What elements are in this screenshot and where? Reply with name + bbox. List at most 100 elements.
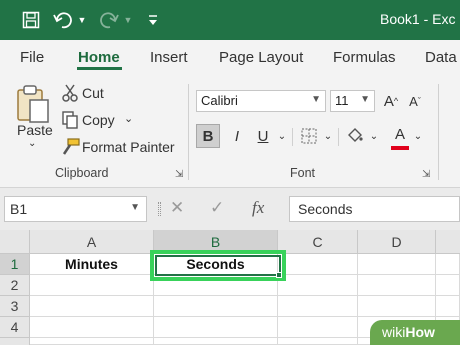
undo-dropdown-icon[interactable]: ▼: [76, 9, 88, 31]
group-divider: [438, 84, 439, 180]
tab-home[interactable]: Home: [78, 49, 120, 66]
paste-button[interactable]: Paste: [17, 122, 53, 138]
tab-insert[interactable]: Insert: [150, 49, 188, 66]
format-painter-icon[interactable]: [60, 138, 80, 156]
ribbon: Paste ⌄ Cut Copy ⌄ Format Painter Clipbo…: [0, 76, 460, 188]
row-header-2[interactable]: 2: [0, 275, 30, 296]
undo-icon[interactable]: [52, 9, 74, 31]
row-header-1[interactable]: 1: [0, 254, 30, 275]
cell-e2[interactable]: [436, 275, 460, 296]
italic-button[interactable]: I: [226, 124, 248, 148]
cell-c2[interactable]: [278, 275, 358, 296]
copy-dropdown-icon[interactable]: ⌄: [124, 112, 133, 125]
cancel-icon[interactable]: ✕: [170, 198, 184, 218]
cell-e1[interactable]: [436, 254, 460, 275]
formula-input[interactable]: Seconds: [289, 196, 460, 222]
cell-b1[interactable]: Seconds: [154, 254, 278, 275]
decrease-font-size-icon[interactable]: Aˇ: [404, 89, 426, 113]
cut-button[interactable]: Cut: [82, 85, 104, 101]
borders-icon[interactable]: [298, 124, 320, 148]
enter-icon[interactable]: ✓: [210, 198, 224, 218]
formula-bar-grip[interactable]: [158, 202, 161, 216]
font-size-value: 11: [335, 93, 349, 108]
font-size-dropdown-icon[interactable]: ▼: [360, 94, 370, 105]
paste-icon[interactable]: [14, 84, 54, 124]
increase-font-size-icon[interactable]: A ^: [380, 89, 402, 113]
copy-button[interactable]: Copy: [82, 112, 115, 128]
save-icon[interactable]: [20, 9, 42, 31]
cell-c1[interactable]: [278, 254, 358, 275]
font-color-dropdown-icon[interactable]: ⌄: [412, 124, 424, 148]
column-header-d[interactable]: D: [358, 230, 436, 254]
tab-page-layout[interactable]: Page Layout: [219, 49, 303, 66]
watermark-how: How: [405, 324, 435, 340]
cell-a2[interactable]: [30, 275, 154, 296]
borders-dropdown-icon[interactable]: ⌄: [322, 124, 334, 148]
formula-bar: B1 ▼ ✕ ✓ fx Seconds: [0, 188, 460, 230]
tab-data[interactable]: Data: [425, 49, 457, 66]
button-divider: [292, 128, 293, 146]
paste-dropdown-icon[interactable]: ⌄: [28, 138, 36, 149]
cell-d2[interactable]: [358, 275, 436, 296]
cell-b3[interactable]: [154, 296, 278, 317]
name-box-value: B1: [10, 201, 28, 217]
font-color-icon[interactable]: A: [390, 122, 410, 146]
cell-d1[interactable]: [358, 254, 436, 275]
font-name-value: Calibri: [201, 93, 238, 108]
select-all-button[interactable]: [0, 230, 30, 254]
cell-a1[interactable]: Minutes: [30, 254, 154, 275]
cut-icon[interactable]: [62, 84, 78, 102]
cell-d3[interactable]: [358, 296, 436, 317]
fill-color-dropdown-icon[interactable]: ⌄: [368, 124, 380, 148]
ribbon-tabs: File Home Insert Page Layout Formulas Da…: [0, 40, 460, 76]
clipboard-launcher-icon[interactable]: ⇲: [175, 169, 183, 180]
row-header-3[interactable]: 3: [0, 296, 30, 317]
copy-icon[interactable]: [62, 111, 78, 129]
clipboard-group-label: Clipboard: [55, 166, 109, 180]
redo-dropdown-icon[interactable]: ▼: [122, 9, 134, 31]
column-header-b[interactable]: B: [154, 230, 278, 254]
column-header-a[interactable]: A: [30, 230, 154, 254]
font-launcher-icon[interactable]: ⇲: [422, 169, 430, 180]
name-box[interactable]: B1 ▼: [4, 196, 147, 222]
wikihow-watermark: wikiHow: [370, 320, 460, 345]
column-header-c[interactable]: C: [278, 230, 358, 254]
button-divider: [338, 128, 339, 146]
row-header-5[interactable]: [0, 338, 30, 345]
cell-a5[interactable]: [30, 338, 154, 345]
font-name-dropdown-icon[interactable]: ▼: [311, 94, 321, 105]
redo-icon[interactable]: [98, 9, 120, 31]
cell-a4[interactable]: [30, 317, 154, 338]
name-box-dropdown-icon[interactable]: ▼: [130, 202, 140, 213]
underline-button[interactable]: U: [252, 124, 274, 148]
cell-a3[interactable]: [30, 296, 154, 317]
underline-dropdown-icon[interactable]: ⌄: [276, 124, 288, 148]
font-group-label: Font: [290, 166, 316, 180]
insert-function-button[interactable]: fx: [252, 198, 264, 218]
bold-button[interactable]: B: [196, 124, 220, 148]
group-divider: [188, 84, 189, 180]
tab-formulas[interactable]: Formulas: [333, 49, 396, 66]
font-color-letter: A: [394, 125, 405, 143]
cell-b2[interactable]: [154, 275, 278, 296]
active-tab-indicator: [77, 67, 122, 70]
cell-c3[interactable]: [278, 296, 358, 317]
font-color-swatch: [391, 146, 409, 150]
column-header-e[interactable]: [436, 230, 460, 254]
cell-c4[interactable]: [278, 317, 358, 338]
font-size-field[interactable]: 11 ▼: [330, 90, 375, 112]
cell-e3[interactable]: [436, 296, 460, 317]
row-header-4[interactable]: 4: [0, 317, 30, 338]
cell-c5[interactable]: [278, 338, 358, 345]
font-name-field[interactable]: Calibri ▼: [196, 90, 326, 112]
title-bar: ▼ ▼ Book1 - Exc: [0, 0, 460, 40]
document-title: Book1 - Exc: [380, 11, 456, 27]
fill-color-icon[interactable]: [344, 124, 366, 148]
cell-b4[interactable]: [154, 317, 278, 338]
fill-handle[interactable]: [276, 272, 282, 278]
format-painter-button[interactable]: Format Painter: [82, 139, 175, 155]
customize-quick-access-icon[interactable]: [145, 9, 161, 31]
tab-file[interactable]: File: [20, 49, 44, 66]
watermark-wiki: wiki: [382, 324, 406, 340]
cell-b5[interactable]: [154, 338, 278, 345]
